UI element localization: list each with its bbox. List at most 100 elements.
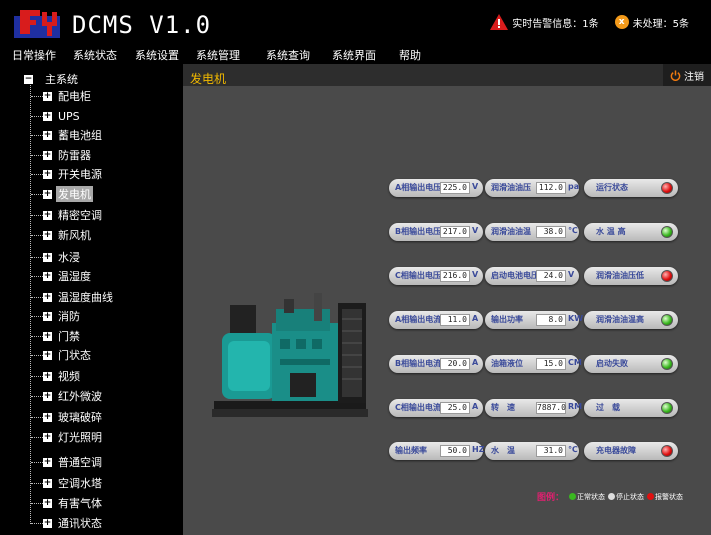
sidebar-item-switch-power[interactable]: + 开关电源 (31, 167, 104, 181)
menu-system-management[interactable]: 系统管理 (196, 47, 240, 63)
expand-icon[interactable]: + (43, 432, 52, 442)
reading-unit: A (472, 402, 479, 411)
sidebar-item-video[interactable]: + 视频 (31, 369, 82, 383)
status-label: 水 温 高 (596, 227, 626, 236)
expand-icon[interactable]: + (43, 350, 52, 360)
expand-icon[interactable]: + (43, 91, 52, 101)
sidebar-item-fresh-air[interactable]: + 新风机 (31, 228, 93, 242)
sidebar-item-door-status[interactable]: + 门状态 (31, 348, 93, 362)
sidebar-item-generator[interactable]: + 发电机 (31, 186, 93, 202)
expand-icon[interactable]: + (43, 189, 52, 199)
sidebar-item-access-control[interactable]: + 门禁 (31, 329, 82, 343)
sidebar-item-label: 普通空调 (58, 456, 102, 469)
legend-normal-icon (569, 493, 577, 500)
menu-system-query[interactable]: 系统查询 (266, 47, 310, 63)
sidebar-item-label: 灯光照明 (58, 431, 102, 444)
realtime-alarm-count[interactable]: 实时告警信息：1条 (512, 15, 598, 30)
tree-connector (31, 214, 43, 216)
tree-root-main-system[interactable]: − 主系统 (24, 71, 78, 87)
reading-value: 15.0 (536, 358, 566, 370)
collapse-icon[interactable]: − (24, 74, 33, 84)
reading-unit: V (472, 270, 479, 279)
expand-icon[interactable]: + (43, 518, 52, 528)
sidebar-item-glass-break[interactable]: + 玻璃破碎 (31, 410, 104, 424)
sidebar-item-label: 防雷器 (58, 149, 91, 162)
header-bar: DCMS V1.0 实时告警信息：1条 x 未处理：5条 (0, 0, 711, 44)
tree-connector (31, 115, 43, 117)
expand-icon[interactable]: + (43, 230, 52, 240)
sidebar-item-label: 有害气体 (58, 497, 102, 510)
tree-connector (31, 354, 43, 356)
expand-icon[interactable]: + (43, 252, 52, 262)
menu-system-settings[interactable]: 系统设置 (135, 47, 179, 63)
menu-bar: 日常操作 系统状态 系统设置 系统管理 系统查询 系统界面 帮助 (0, 44, 711, 64)
sidebar-item-infrared-microwave[interactable]: + 红外微波 (31, 389, 104, 403)
alarm-led-icon (661, 270, 673, 282)
expand-icon[interactable]: + (43, 457, 52, 467)
expand-icon[interactable]: + (43, 412, 52, 422)
status-label: 启动失败 (596, 359, 628, 368)
reading-value: 112.0 (536, 182, 566, 194)
sidebar-item-water-leak[interactable]: + 水浸 (31, 250, 82, 264)
legend-alarm-label: 报警状态 (655, 492, 684, 501)
reading-label: B相输出电压 (395, 227, 442, 236)
menu-system-status[interactable]: 系统状态 (73, 47, 117, 63)
reading-label: 输出功率 (491, 315, 523, 324)
reading-value: 25.0 (440, 402, 470, 414)
app-title: DCMS V1.0 (72, 11, 212, 39)
expand-icon[interactable]: + (43, 371, 52, 381)
legend-alarm-icon (647, 493, 655, 500)
alarm-led-icon (661, 445, 673, 457)
sidebar-item-harmful-gas[interactable]: + 有害气体 (31, 496, 104, 510)
sidebar-item-temp-humidity[interactable]: + 温湿度 (31, 269, 93, 283)
reading-unit: ℃ (568, 445, 578, 454)
reading-label: 启动电池电压 (491, 271, 539, 280)
reading-readings_col1-0: A相输出电压 225.0 V (389, 179, 483, 197)
expand-icon[interactable]: + (43, 292, 52, 302)
reading-label: C相输出电流 (395, 403, 441, 412)
tree-connector (31, 315, 43, 317)
sidebar-item-comm-status[interactable]: + 通讯状态 (31, 516, 104, 530)
expand-icon[interactable]: + (43, 130, 52, 140)
company-logo (14, 10, 60, 38)
expand-icon[interactable]: + (43, 498, 52, 508)
sidebar-item-label: UPS (58, 109, 80, 123)
expand-icon[interactable]: + (43, 169, 52, 179)
tree-connector (31, 296, 43, 298)
expand-icon[interactable]: + (43, 150, 52, 160)
sidebar-item-precision-ac[interactable]: + 精密空调 (31, 208, 104, 222)
sidebar-item-distribution-cabinet[interactable]: + 配电柜 (31, 89, 93, 103)
sidebar-item-battery-group[interactable]: + 蓄电池组 (31, 128, 104, 142)
unhandled-count[interactable]: 未处理：5条 (633, 15, 689, 30)
expand-icon[interactable]: + (43, 391, 52, 401)
reading-readings_col2-1: 润滑油油温 38.0 ℃ (485, 223, 579, 241)
sidebar-item-lighting[interactable]: + 灯光照明 (31, 430, 104, 444)
sidebar-item-label: 温湿度 (58, 270, 91, 283)
warning-icon[interactable] (490, 14, 509, 30)
sidebar-item-surge-protector[interactable]: + 防雷器 (31, 148, 93, 162)
logout-button[interactable]: 注销 (663, 64, 711, 86)
sidebar-item-temp-humidity-curve[interactable]: + 温湿度曲线 (31, 290, 115, 304)
expand-icon[interactable]: + (43, 478, 52, 488)
expand-icon[interactable]: + (43, 331, 52, 341)
generator-image (212, 293, 368, 417)
expand-icon[interactable]: + (43, 271, 52, 281)
sidebar-item-ups[interactable]: + UPS (31, 109, 82, 123)
sidebar-item-normal-ac[interactable]: + 普通空调 (31, 455, 104, 469)
menu-help[interactable]: 帮助 (399, 47, 421, 63)
tree-connector (31, 522, 43, 524)
sidebar-item-ac-water-tower[interactable]: + 空调水塔 (31, 476, 104, 490)
sidebar-item-label: 通讯状态 (58, 517, 102, 530)
reading-unit: V (472, 182, 479, 191)
menu-system-interface[interactable]: 系统界面 (332, 47, 376, 63)
sidebar-item-fire-protection[interactable]: + 消防 (31, 309, 82, 323)
sidebar-item-label: 水浸 (58, 251, 80, 264)
expand-icon[interactable]: + (43, 210, 52, 220)
status-label: 润滑油油压低 (596, 271, 644, 280)
expand-icon[interactable]: + (43, 311, 52, 321)
unhandled-icon[interactable]: x (614, 15, 629, 29)
reading-unit: A (472, 314, 479, 323)
status-label: 充电器故障 (596, 446, 636, 455)
menu-daily-operations[interactable]: 日常操作 (12, 47, 56, 63)
expand-icon[interactable]: + (43, 111, 52, 121)
